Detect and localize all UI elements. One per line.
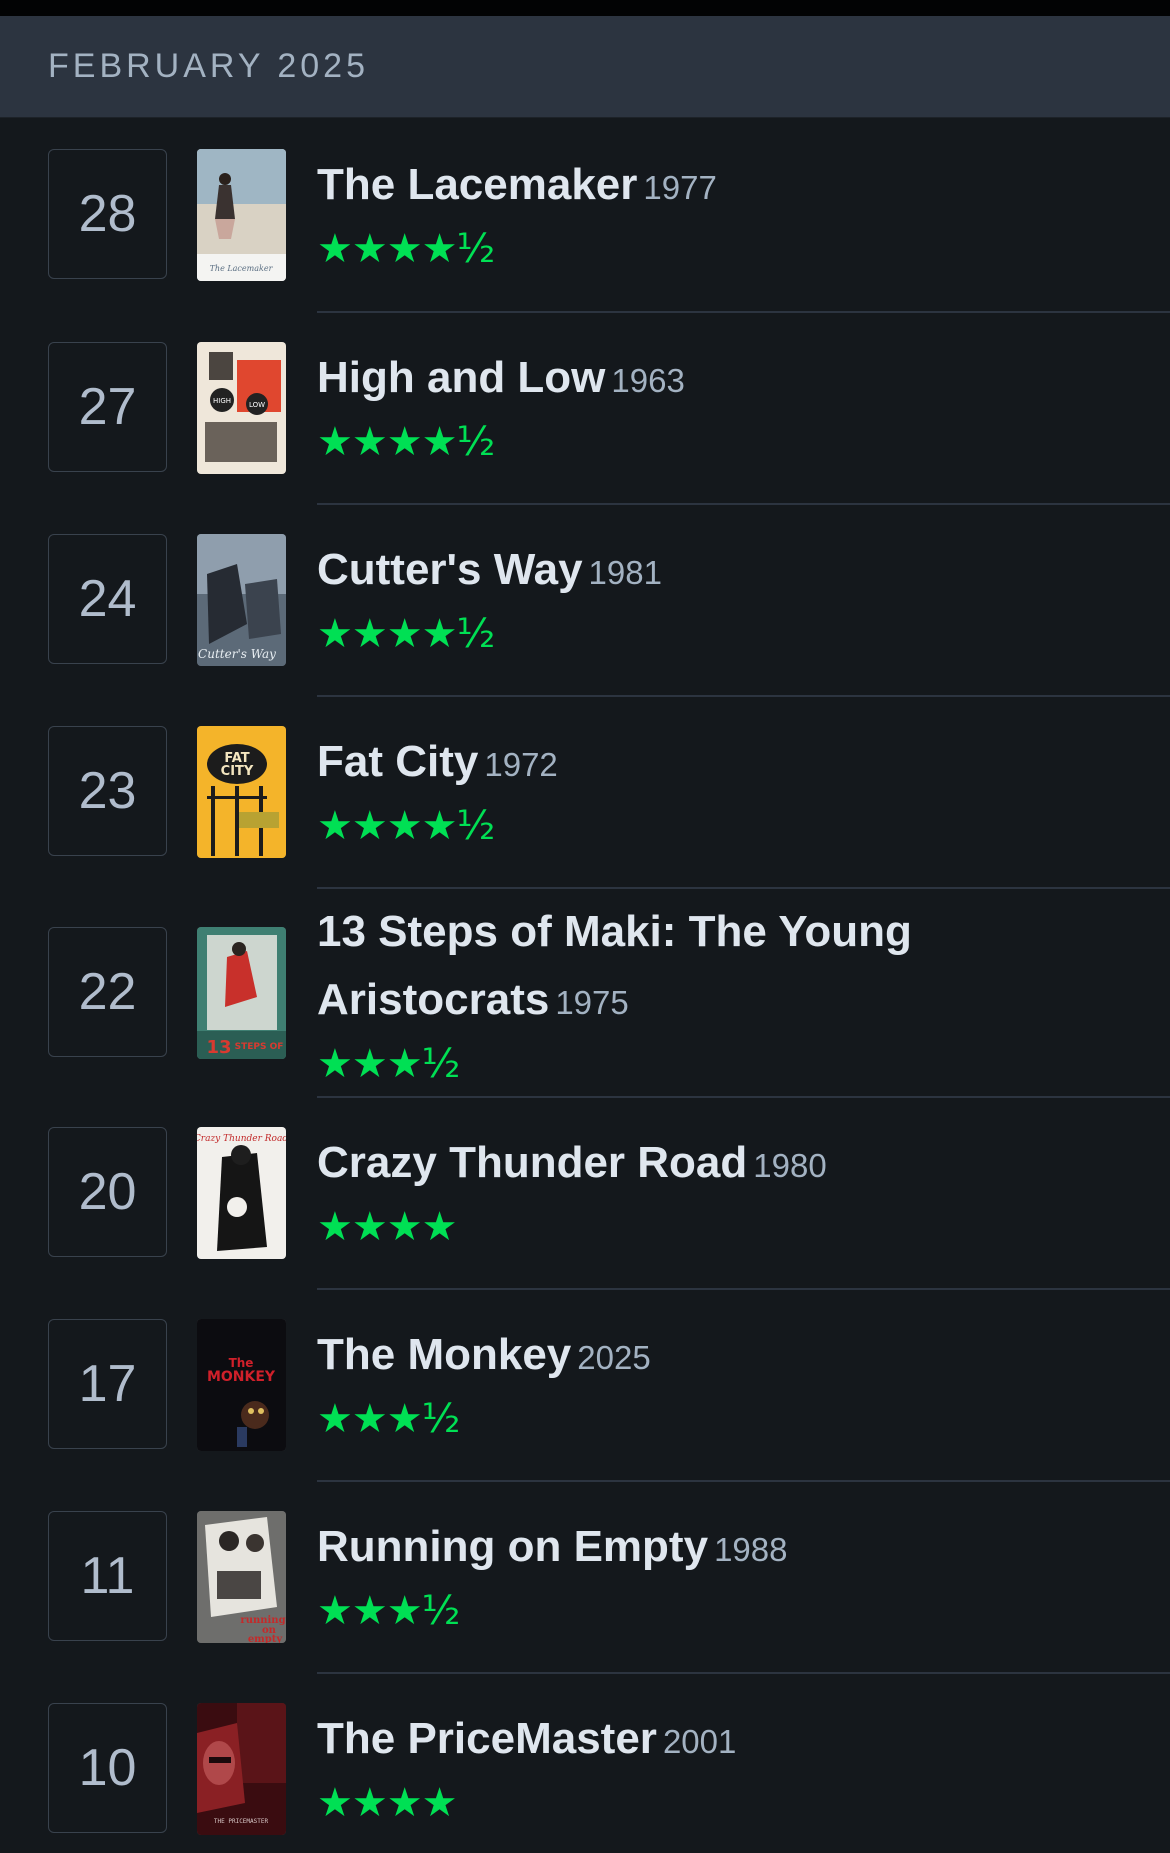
cutters-way-poster[interactable]: Cutter's Way [197,534,286,666]
svg-text:The: The [229,1356,254,1370]
film-year[interactable]: 1972 [484,746,557,783]
svg-text:Cutter's Way: Cutter's Way [198,647,276,661]
star-rating: ★★★★ [317,1204,457,1250]
crazy-thunder-road-poster[interactable]: Crazy Thunder Road [197,1127,286,1259]
film-year[interactable]: 1980 [753,1147,826,1184]
month-section-header: FEBRUARY 2025 [0,16,1170,118]
svg-text:CITY: CITY [221,764,254,779]
day-box[interactable]: 10 [48,1703,167,1833]
star-rating: ★★★½ [317,1588,460,1634]
film-title[interactable]: The PriceMaster [317,1714,657,1763]
film-title[interactable]: Crazy Thunder Road [317,1138,747,1187]
svg-text:STEPS OF: STEPS OF [235,1042,284,1052]
month-label: FEBRUARY 2025 [48,47,369,85]
day-box[interactable]: 11 [48,1511,167,1641]
film-year[interactable]: 1975 [555,984,628,1021]
day-box[interactable]: 20 [48,1127,167,1257]
film-year[interactable]: 1963 [611,362,684,399]
film-title[interactable]: The Lacemaker [317,160,637,209]
day-box[interactable]: 24 [48,534,167,664]
svg-text:13: 13 [206,1037,231,1058]
svg-text:THE PRICEMASTER: THE PRICEMASTER [214,1818,269,1825]
film-year[interactable]: 1977 [643,169,716,206]
high-and-low-poster[interactable]: HIGH LOW [197,342,286,474]
day-box[interactable]: 17 [48,1319,167,1449]
star-rating: ★★★★½ [317,419,495,465]
star-rating: ★★★★½ [317,226,495,272]
row-divider [317,1288,1170,1290]
star-rating: ★★★★ [317,1780,457,1826]
svg-text:LOW: LOW [249,401,265,409]
film-title[interactable]: Cutter's Way [317,545,583,594]
the-monkey-poster[interactable]: The MONKEY [197,1319,286,1451]
svg-text:HIGH: HIGH [213,397,231,405]
the-pricemaster-poster[interactable]: THE PRICEMASTER [197,1703,286,1835]
running-on-empty-poster[interactable]: running on empty [197,1511,286,1643]
row-divider [317,1672,1170,1674]
svg-text:MONKEY: MONKEY [207,1369,276,1385]
row-divider [317,503,1170,505]
star-rating: ★★★★½ [317,803,495,849]
day-box[interactable]: 28 [48,149,167,279]
svg-text:The Lacemaker: The Lacemaker [210,264,274,273]
film-year[interactable]: 1981 [589,554,662,591]
svg-text:empty: empty [248,1634,284,1643]
day-box[interactable]: 27 [48,342,167,472]
lacemaker-poster[interactable]: The Lacemaker [197,149,286,281]
film-year[interactable]: 2001 [663,1723,736,1760]
row-divider [317,887,1170,889]
film-year[interactable]: 1988 [714,1531,787,1568]
row-divider [317,695,1170,697]
star-rating: ★★★½ [317,1041,460,1087]
row-divider [317,311,1170,313]
svg-text:Crazy Thunder Road: Crazy Thunder Road [197,1134,286,1144]
day-box[interactable]: 23 [48,726,167,856]
film-title[interactable]: Fat City [317,737,478,786]
status-bar-edge [0,0,1170,16]
star-rating: ★★★★½ [317,611,495,657]
film-title[interactable]: High and Low [317,353,605,402]
row-divider [317,1096,1170,1098]
day-box[interactable]: 22 [48,927,167,1057]
star-rating: ★★★½ [317,1396,460,1442]
film-year[interactable]: 2025 [577,1339,650,1376]
film-title[interactable]: The Monkey [317,1330,571,1379]
row-divider [317,1480,1170,1482]
fat-city-poster[interactable]: FAT CITY [197,726,286,858]
13-steps-of-maki-poster[interactable]: 13 STEPS OF [197,927,286,1059]
film-title[interactable]: Running on Empty [317,1522,708,1571]
